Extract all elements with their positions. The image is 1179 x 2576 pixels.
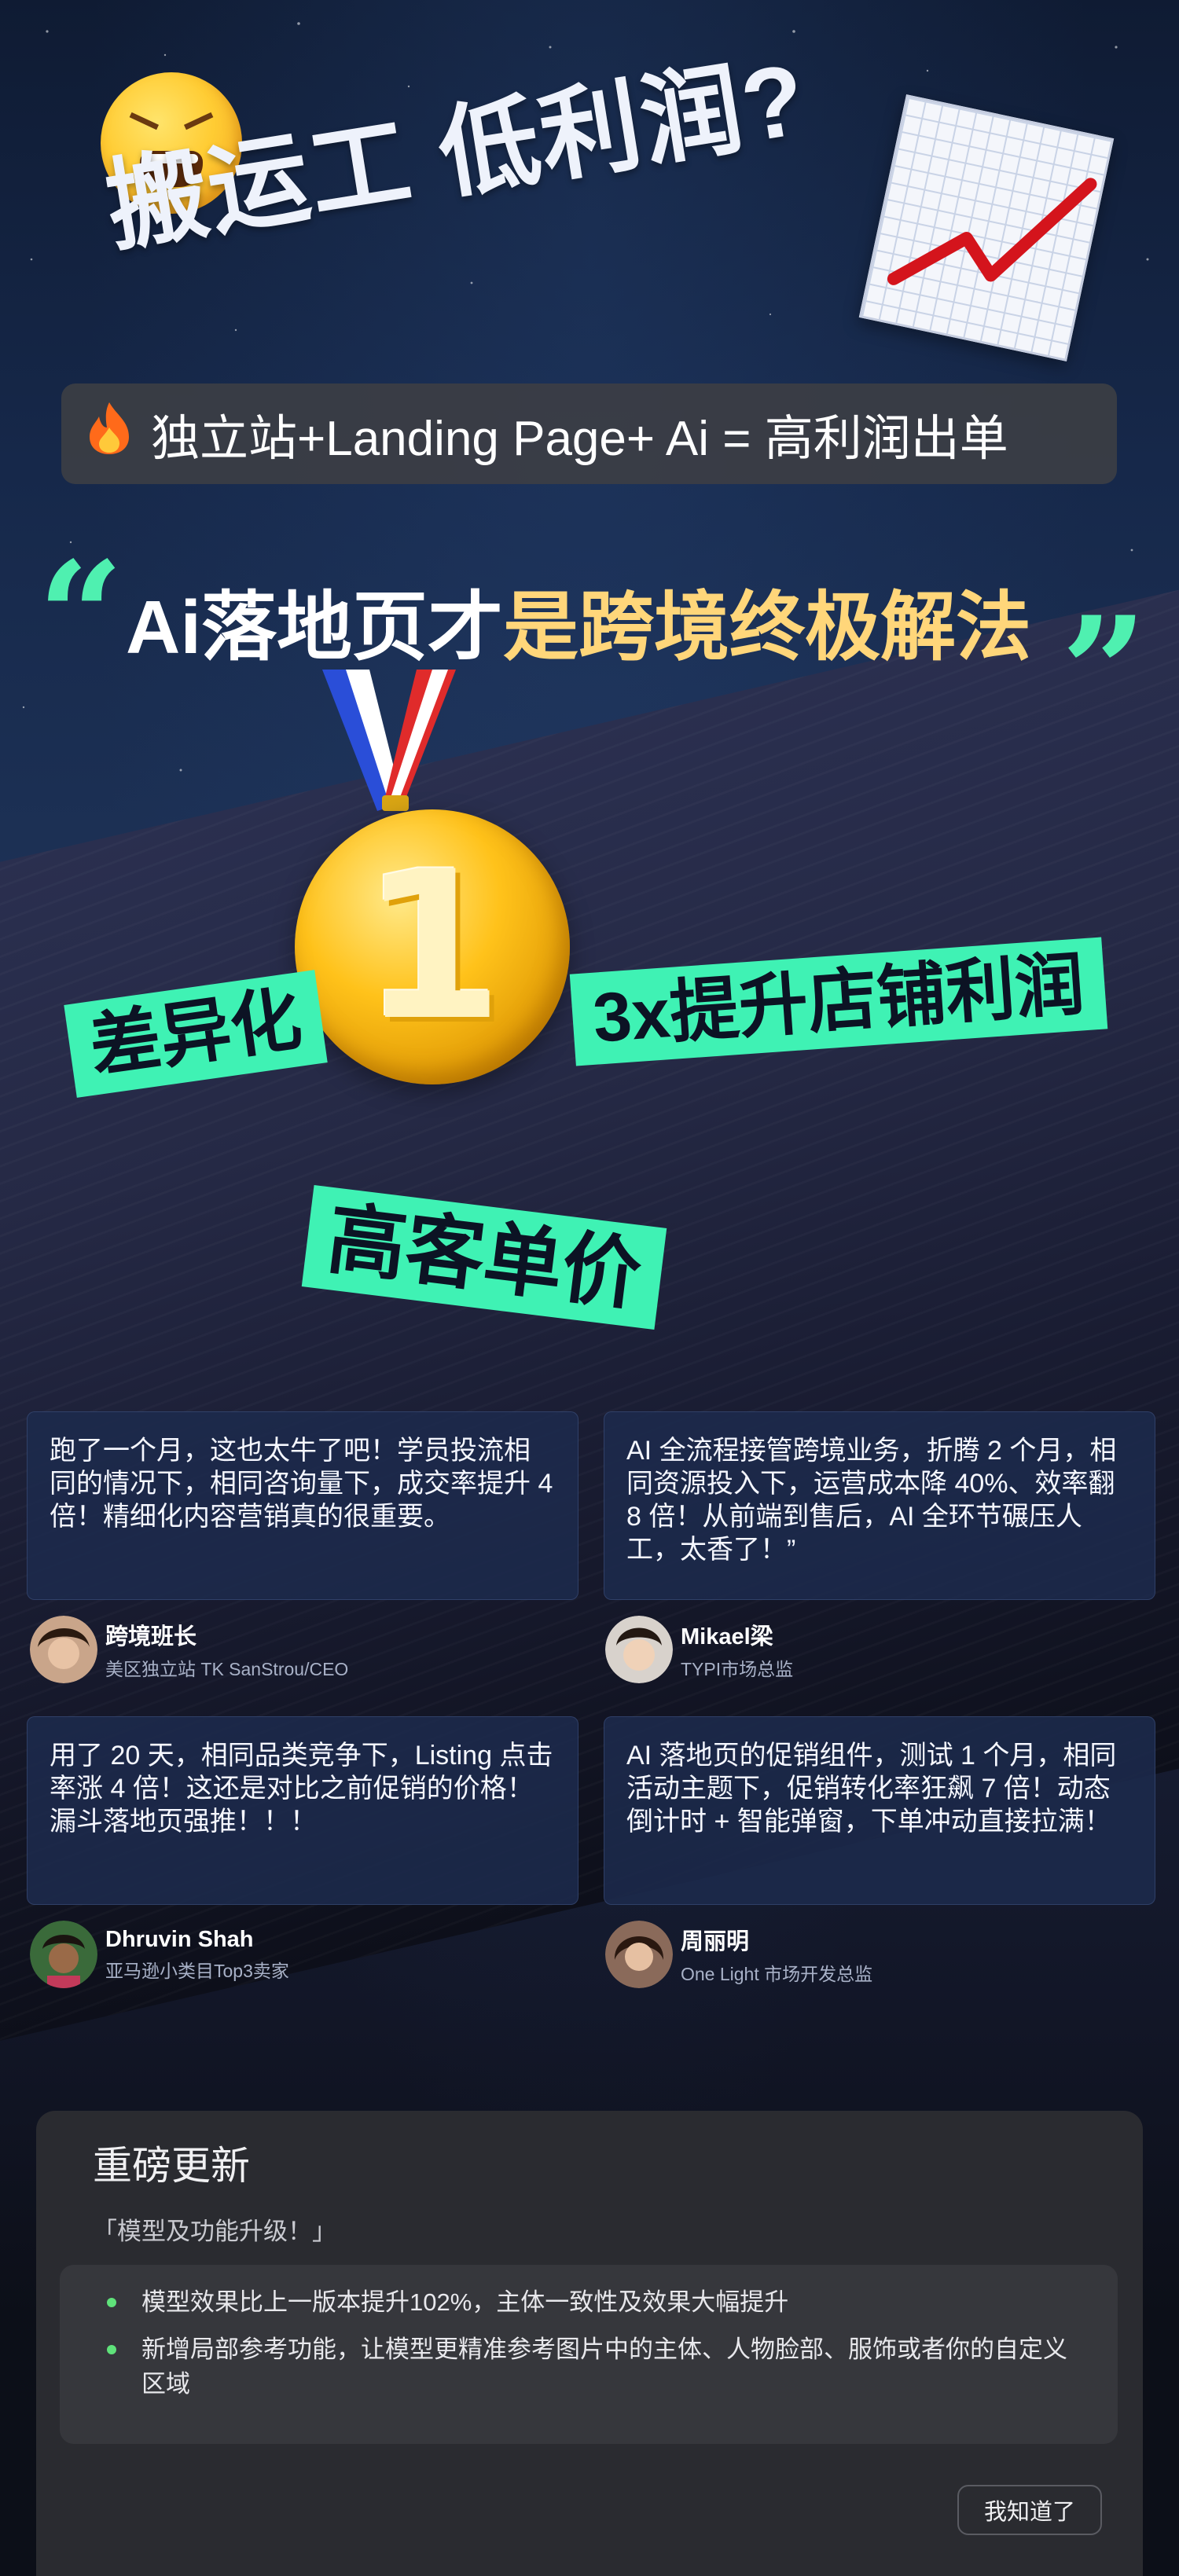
testimonial-author: Mikael梁 TYPI市场总监: [605, 1616, 793, 1683]
author-name: 周丽明: [681, 1929, 750, 1954]
testimonial-card: AI 全流程接管跨境业务，折腾 2 个月，相同资源投入下，运营成本降 40%、效…: [604, 1411, 1155, 1600]
avatar: [30, 1921, 97, 1988]
author-role: 亚马逊小类目Top3卖家: [105, 1960, 289, 1981]
testimonial-text: 跑了一个月，这也太牛了吧！学员投流相同的情况下，相同咨询量下，成交率提升 4 倍…: [50, 1436, 553, 1532]
list-item: 新增局部参考功能，让模型更精准参考图片中的主体、人物脸部、服饰或者你的自定义区域: [107, 2332, 1071, 2402]
testimonial-text: 用了 20 天，相同品类竞争下，Listing 点击率涨 4 倍！这还是对比之前…: [50, 1741, 553, 1837]
update-item-text: 新增局部参考功能，让模型更精准参考图片中的主体、人物脸部、服饰或者你的自定义区域: [141, 2336, 1067, 2398]
testimonial-card: 用了 20 天，相同品类竞争下，Listing 点击率涨 4 倍！这还是对比之前…: [27, 1716, 578, 1905]
medal-ribbon-icon: [322, 670, 456, 811]
testimonial-card: 跑了一个月，这也太牛了吧！学员投流相同的情况下，相同咨询量下，成交率提升 4 倍…: [27, 1411, 578, 1600]
update-title: 重磅更新: [93, 2144, 250, 2188]
testimonial-author: 跨境班长 美区独立站 TK SanStrou/CEO: [30, 1616, 348, 1683]
author-role: One Light 市场开发总监: [681, 1964, 873, 1984]
author-role: TYPI市场总监: [681, 1659, 794, 1679]
author-name: Mikael梁: [681, 1624, 773, 1649]
author-name: 跨境班长: [105, 1624, 197, 1649]
testimonial-text: AI 全流程接管跨境业务，折腾 2 个月，相同资源投入下，运营成本降 40%、效…: [626, 1436, 1117, 1565]
rising-chart-icon: [858, 94, 1115, 361]
gold-medal-icon: 1: [295, 809, 570, 1084]
list-item: 模型效果比上一版本提升102%，主体一致性及效果大幅提升: [107, 2285, 1071, 2320]
main-title-part1: Ai落地页才: [126, 585, 503, 670]
formula-text: 独立站+Landing Page+ Ai = 高利润出单: [151, 412, 1008, 466]
formula-banner: 独立站+Landing Page+ Ai = 高利润出单: [61, 383, 1117, 484]
bullet-icon: [107, 2345, 116, 2354]
author-role: 美区独立站 TK SanStrou/CEO: [105, 1659, 349, 1679]
author-name: Dhruvin Shah: [105, 1926, 254, 1952]
bullet-icon: [107, 2298, 116, 2307]
update-list: 模型效果比上一版本提升102%，主体一致性及效果大幅提升 新增局部参考功能，让模…: [60, 2265, 1118, 2444]
testimonial-author: Dhruvin Shah 亚马逊小类目Top3卖家: [30, 1921, 289, 1988]
quote-close-mark: ”: [1061, 584, 1148, 759]
testimonial-text: AI 落地页的促销组件，测试 1 个月，相同活动主题下，促销转化率狂飙 7 倍！…: [626, 1741, 1117, 1837]
testimonial-card: AI 落地页的促销组件，测试 1 个月，相同活动主题下，促销转化率狂飙 7 倍！…: [604, 1716, 1155, 1905]
quote-open-mark: “: [38, 529, 124, 704]
avatar: [30, 1616, 97, 1683]
main-title: Ai落地页才是跨境终极解法: [126, 566, 1031, 675]
update-item-text: 模型效果比上一版本提升102%，主体一致性及效果大幅提升: [141, 2288, 789, 2316]
main-title-part2: 是跨境终极解法: [503, 585, 1031, 670]
medal-number: 1: [361, 828, 504, 1066]
fire-icon: [85, 401, 134, 467]
testimonial-author: 周丽明 One Light 市场开发总监: [605, 1921, 872, 1988]
confirm-button[interactable]: 我知道了: [957, 2485, 1102, 2535]
update-dialog: 重磅更新 「模型及功能升级！」 模型效果比上一版本提升102%，主体一致性及效果…: [36, 2111, 1143, 2576]
avatar: [605, 1921, 673, 1988]
update-subtitle: 「模型及功能升级！」: [93, 2218, 336, 2245]
avatar: [605, 1616, 673, 1683]
